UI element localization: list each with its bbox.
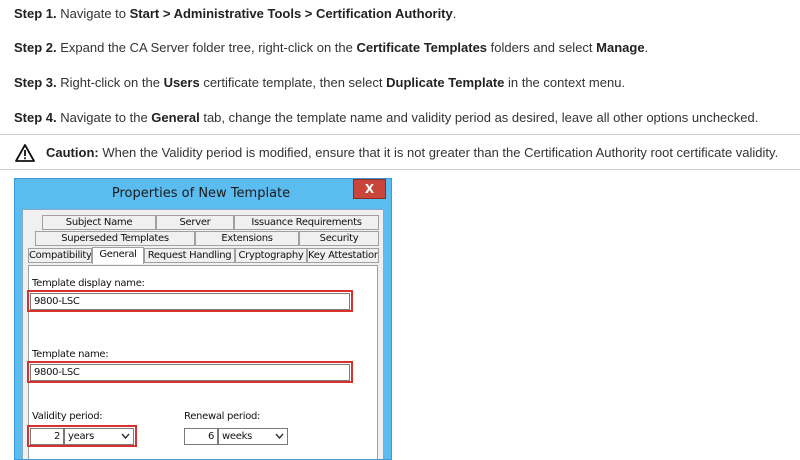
tab-general[interactable]: General xyxy=(92,247,144,264)
validity-period-input[interactable]: 2 xyxy=(30,428,64,445)
step-2: Step 2. Expand the CA Server folder tree… xyxy=(14,40,648,56)
caution-text: Caution: When the Validity period is mod… xyxy=(46,145,778,161)
caution-body: When the Validity period is modified, en… xyxy=(98,145,779,160)
step-text: in the context menu. xyxy=(504,75,626,90)
template-name-label: Template name: xyxy=(32,349,109,360)
step-label: Step 2. xyxy=(14,40,57,55)
renewal-period-input[interactable]: 6 xyxy=(184,428,218,445)
tab-issuance-requirements[interactable]: Issuance Requirements xyxy=(234,215,379,230)
display-name-label: Template display name: xyxy=(32,278,145,289)
warning-triangle-icon xyxy=(15,144,35,162)
chevron-down-icon xyxy=(121,433,130,440)
renewal-unit-select[interactable]: weeks xyxy=(218,428,288,445)
step-label: Step 4. xyxy=(14,110,57,125)
step-emphasis: Manage xyxy=(596,40,645,55)
chevron-down-icon xyxy=(275,433,284,440)
step-emphasis: Certificate Templates xyxy=(356,40,488,55)
template-name-input[interactable]: 9800-LSC xyxy=(30,364,350,381)
step-text: certificate template, then select xyxy=(199,75,387,90)
close-button[interactable]: X xyxy=(353,179,386,199)
step-emphasis: Users xyxy=(163,75,200,90)
step-text: Navigate to the xyxy=(56,110,152,125)
step-emphasis: General xyxy=(151,110,200,125)
step-emphasis: Start > Administrative Tools > Certifica… xyxy=(129,6,453,21)
template-display-name-input[interactable]: 9800-LSC xyxy=(30,293,350,310)
caution-label: Caution: xyxy=(46,145,99,160)
validity-unit-value: years xyxy=(68,431,95,442)
step-label: Step 1. xyxy=(14,6,57,21)
properties-dialog: Properties of New Template X Subject Nam… xyxy=(14,178,392,460)
step-text: Expand the CA Server folder tree, right-… xyxy=(56,40,357,55)
step-4: Step 4. Navigate to the General tab, cha… xyxy=(14,110,758,126)
tab-request-handling[interactable]: Request Handling xyxy=(144,248,235,263)
step-label: Step 3. xyxy=(14,75,57,90)
step-text: . xyxy=(452,6,457,21)
validity-unit-select[interactable]: years xyxy=(64,428,134,445)
step-1: Step 1. Navigate to Start > Administrati… xyxy=(14,6,456,22)
renewal-period-label: Renewal period: xyxy=(184,411,261,422)
tab-server[interactable]: Server xyxy=(156,215,234,230)
tab-key-attestation[interactable]: Key Attestation xyxy=(307,248,379,263)
tab-superseded-templates[interactable]: Superseded Templates xyxy=(35,231,195,246)
step-text: folders and select xyxy=(487,40,597,55)
step-text: tab, change the template name and validi… xyxy=(199,110,759,125)
step-text: Right-click on the xyxy=(56,75,164,90)
step-text: . xyxy=(644,40,649,55)
step-text: Navigate to xyxy=(56,6,130,21)
general-tab-page: Template display name: 9800-LSC Template… xyxy=(27,265,378,459)
tab-compatibility[interactable]: Compatibility xyxy=(28,248,92,263)
validity-period-label: Validity period: xyxy=(32,411,103,422)
dialog-title: Properties of New Template xyxy=(111,186,291,201)
renewal-unit-value: weeks xyxy=(222,431,252,442)
caution-note: Caution: When the Validity period is mod… xyxy=(0,134,800,170)
tab-subject-name[interactable]: Subject Name xyxy=(42,215,156,230)
tab-cryptography[interactable]: Cryptography xyxy=(235,248,307,263)
step-3: Step 3. Right-click on the Users certifi… xyxy=(14,75,625,91)
tab-extensions[interactable]: Extensions xyxy=(195,231,299,246)
tab-security[interactable]: Security xyxy=(299,231,379,246)
step-emphasis: Duplicate Template xyxy=(386,75,505,90)
dialog-client: Subject Name Server Issuance Requirement… xyxy=(22,209,384,459)
